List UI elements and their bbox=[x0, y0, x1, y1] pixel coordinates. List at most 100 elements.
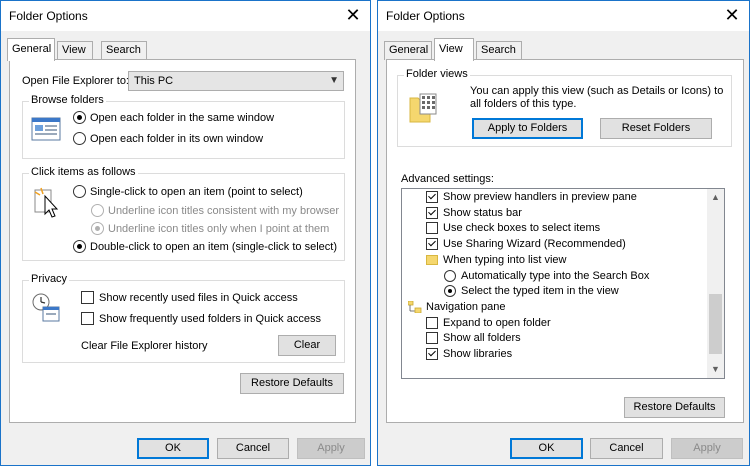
tab-view[interactable]: View bbox=[57, 41, 93, 60]
advanced-setting-row[interactable]: When typing into list view bbox=[426, 254, 567, 266]
ok-button[interactable]: OK bbox=[510, 438, 583, 459]
apply-button[interactable]: Apply bbox=[671, 438, 743, 459]
view-tab-panel: Folder views You can apply this view (su… bbox=[386, 59, 744, 423]
radio-dot bbox=[444, 285, 456, 298]
radio-dot bbox=[91, 204, 104, 217]
folder-view-icon bbox=[408, 92, 438, 127]
general-tab-panel: Open File Explorer to: This PC ▼ Browse … bbox=[9, 59, 356, 423]
tab-search[interactable]: Search bbox=[101, 41, 147, 60]
checkbox bbox=[426, 348, 438, 360]
advanced-setting-row[interactable]: Use Sharing Wizard (Recommended) bbox=[426, 238, 626, 251]
checkbox bbox=[426, 222, 438, 235]
clear-history-label: Clear File Explorer history bbox=[81, 340, 208, 352]
folder-views-description-line2: all folders of this type. bbox=[470, 98, 577, 110]
browse-folders-window-icon bbox=[31, 116, 61, 145]
radio-underline-point[interactable]: Underline icon titles only when I point … bbox=[91, 222, 329, 235]
advanced-setting-row[interactable]: Show status bar bbox=[426, 206, 522, 219]
open-explorer-label: Open File Explorer to: bbox=[22, 75, 129, 87]
cancel-button[interactable]: Cancel bbox=[590, 438, 663, 459]
privacy-group: Privacy Show recently used files in Quic… bbox=[22, 273, 345, 363]
check-frequent-folders[interactable]: Show frequently used folders in Quick ac… bbox=[81, 312, 321, 325]
checkbox bbox=[426, 332, 438, 345]
chevron-down-icon: ▼ bbox=[329, 75, 339, 86]
pointer-click-icon bbox=[33, 186, 61, 223]
checkbox bbox=[426, 316, 438, 329]
advanced-setting-label: Use Sharing Wizard (Recommended) bbox=[443, 238, 626, 251]
checkmark-icon bbox=[428, 348, 436, 357]
advanced-setting-label: Expand to open folder bbox=[443, 316, 551, 329]
advanced-setting-row[interactable]: Use check boxes to select items bbox=[426, 222, 601, 235]
scroll-thumb[interactable] bbox=[709, 294, 722, 354]
check-label: Show frequently used folders in Quick ac… bbox=[99, 312, 321, 325]
folder-options-general-dialog: Folder Options ✕ General View Search Ope… bbox=[0, 0, 371, 466]
radio-double-click[interactable]: Double-click to open an item (single-cli… bbox=[73, 240, 337, 253]
radio-label: Open each folder in the same window bbox=[90, 111, 275, 124]
close-icon[interactable]: ✕ bbox=[721, 4, 743, 26]
radio-dot bbox=[91, 222, 104, 235]
radio-underline-browser[interactable]: Underline icon titles consistent with my… bbox=[91, 204, 339, 217]
radio-label: Underline icon titles consistent with my… bbox=[108, 204, 340, 217]
folder-views-group: Folder views You can apply this view (su… bbox=[397, 68, 732, 147]
advanced-setting-row[interactable]: Navigation pane bbox=[408, 300, 506, 313]
scrollbar[interactable]: ▲ ▼ bbox=[707, 189, 724, 378]
radio-dot bbox=[73, 185, 86, 198]
advanced-setting-row[interactable]: Expand to open folder bbox=[426, 316, 551, 329]
privacy-label: Privacy bbox=[29, 273, 70, 285]
check-recent-files[interactable]: Show recently used files in Quick access bbox=[81, 291, 298, 304]
advanced-setting-label: Show all folders bbox=[443, 332, 521, 345]
advanced-setting-label: Select the typed item in the view bbox=[461, 285, 619, 298]
apply-button[interactable]: Apply bbox=[297, 438, 365, 459]
tab-view[interactable]: View bbox=[434, 38, 474, 61]
restore-defaults-button[interactable]: Restore Defaults bbox=[624, 397, 725, 418]
radio-label: Single-click to open an item (point to s… bbox=[90, 185, 303, 198]
clear-button[interactable]: Clear bbox=[278, 335, 336, 356]
checkmark-icon bbox=[428, 191, 436, 200]
advanced-setting-label: Automatically type into the Search Box bbox=[461, 269, 650, 282]
checkmark-icon bbox=[428, 207, 436, 216]
advanced-setting-row[interactable]: Select the typed item in the view bbox=[444, 285, 619, 298]
open-explorer-select[interactable]: This PC ▼ bbox=[128, 71, 344, 91]
cancel-button[interactable]: Cancel bbox=[217, 438, 289, 459]
radio-dot bbox=[73, 132, 86, 145]
tab-general[interactable]: General bbox=[7, 38, 55, 61]
radio-label: Open each folder in its own window bbox=[90, 132, 264, 145]
tab-search[interactable]: Search bbox=[476, 41, 522, 60]
navigation-tree-icon bbox=[408, 300, 422, 313]
scroll-up-icon[interactable]: ▲ bbox=[707, 189, 724, 206]
restore-defaults-button[interactable]: Restore Defaults bbox=[240, 373, 344, 394]
advanced-setting-label: Show status bar bbox=[443, 206, 522, 219]
checkbox bbox=[426, 191, 438, 203]
folder-icon bbox=[426, 254, 438, 265]
advanced-setting-row[interactable]: Show libraries bbox=[426, 348, 512, 360]
scroll-down-icon[interactable]: ▼ bbox=[707, 361, 724, 378]
checkbox bbox=[81, 291, 94, 304]
checkbox bbox=[426, 238, 438, 251]
advanced-setting-label: When typing into list view bbox=[443, 253, 567, 266]
advanced-settings-label: Advanced settings: bbox=[401, 173, 494, 185]
tab-general[interactable]: General bbox=[384, 41, 432, 60]
folder-views-description-line1: You can apply this view (such as Details… bbox=[470, 85, 724, 97]
reset-folders-button[interactable]: Reset Folders bbox=[600, 118, 712, 139]
browse-folders-group: Browse folders Open each folder in the s… bbox=[22, 94, 345, 159]
advanced-settings-list[interactable]: Show preview handlers in preview pane Sho… bbox=[401, 188, 725, 379]
title-bar: Folder Options ✕ bbox=[378, 1, 749, 31]
close-icon[interactable]: ✕ bbox=[342, 4, 364, 26]
checkbox bbox=[426, 206, 438, 219]
check-label: Show recently used files in Quick access bbox=[99, 291, 298, 304]
radio-same-window[interactable]: Open each folder in the same window bbox=[73, 111, 274, 124]
radio-own-window[interactable]: Open each folder in its own window bbox=[73, 132, 263, 145]
radio-single-click[interactable]: Single-click to open an item (point to s… bbox=[73, 185, 303, 198]
advanced-setting-row[interactable]: Show preview handlers in preview pane bbox=[426, 191, 637, 203]
radio-label: Double-click to open an item (single-cli… bbox=[90, 240, 337, 253]
advanced-setting-label: Use check boxes to select items bbox=[443, 222, 601, 235]
window-title: Folder Options bbox=[9, 9, 88, 23]
ok-button[interactable]: OK bbox=[137, 438, 209, 459]
advanced-setting-row[interactable]: Automatically type into the Search Box bbox=[444, 269, 650, 282]
folder-options-view-dialog: Folder Options ✕ General View Search Fol… bbox=[377, 0, 750, 466]
advanced-setting-row[interactable]: Show all folders bbox=[426, 332, 521, 345]
radio-selected-icon bbox=[448, 289, 452, 294]
click-items-label: Click items as follows bbox=[29, 166, 138, 178]
apply-to-folders-button[interactable]: Apply to Folders bbox=[472, 118, 583, 139]
radio-dot bbox=[73, 240, 86, 253]
window-title: Folder Options bbox=[386, 9, 465, 23]
